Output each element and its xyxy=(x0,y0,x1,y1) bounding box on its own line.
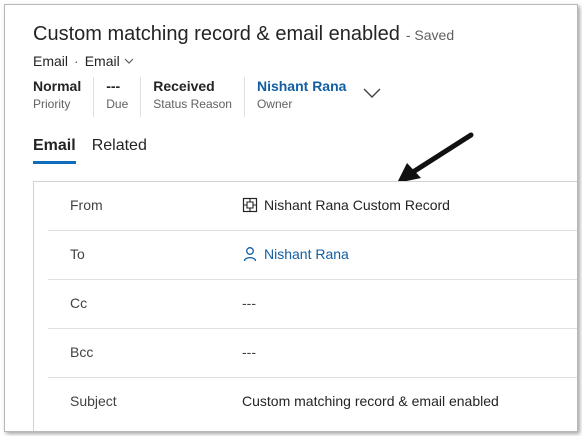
field-row-bcc: Bcc --- xyxy=(48,329,577,378)
person-icon xyxy=(243,247,257,262)
status-reason-value: Received xyxy=(153,78,215,94)
custom-entity-icon xyxy=(242,197,258,213)
entity-name: Email xyxy=(33,53,69,69)
header-field-priority: Normal Priority xyxy=(33,77,95,117)
header-field-owner: Nishant Rana Owner xyxy=(257,77,358,117)
header-field-due: --- Due xyxy=(106,77,142,117)
form-selector[interactable]: Email xyxy=(85,53,120,69)
email-form-window: Custom matching record & email enabled -… xyxy=(4,4,578,432)
email-fields-section: From Nishant Rana Custom Record To Nisha… xyxy=(33,181,577,431)
due-label: Due xyxy=(106,97,129,111)
cc-value[interactable]: --- xyxy=(242,295,256,311)
owner-label: Owner xyxy=(256,97,293,111)
tab-related[interactable]: Related xyxy=(92,137,147,164)
due-value: --- xyxy=(106,78,121,94)
field-row-to: To Nishant Rana xyxy=(48,231,577,280)
cc-label: Cc xyxy=(70,295,88,311)
priority-value: Normal xyxy=(33,78,82,94)
save-status: - Saved xyxy=(405,27,455,43)
from-value-text: Nishant Rana Custom Record xyxy=(264,197,450,213)
breadcrumb: Email · Email xyxy=(33,53,134,69)
priority-label: Priority xyxy=(33,97,71,111)
subject-value[interactable]: Custom matching record & email enabled xyxy=(242,393,499,409)
record-header: Custom matching record & email enabled -… xyxy=(33,23,454,46)
to-recipient-link[interactable]: Nishant Rana xyxy=(242,246,349,262)
to-label: To xyxy=(70,246,85,262)
from-value[interactable]: Nishant Rana Custom Record xyxy=(242,197,450,213)
chevron-down-icon[interactable] xyxy=(124,56,134,66)
tab-list: Email Related xyxy=(33,137,163,164)
field-row-from: From Nishant Rana Custom Record xyxy=(48,182,577,231)
bcc-label: Bcc xyxy=(70,344,94,360)
page-title: Custom matching record & email enabled xyxy=(33,23,400,45)
expand-header-chevron-icon[interactable] xyxy=(363,87,381,99)
field-row-cc: Cc --- xyxy=(48,280,577,329)
from-label: From xyxy=(70,197,103,213)
status-reason-label: Status Reason xyxy=(153,97,232,111)
to-value-text: Nishant Rana xyxy=(264,246,349,262)
breadcrumb-separator: · xyxy=(74,53,79,69)
field-row-subject: Subject Custom matching record & email e… xyxy=(48,378,577,426)
header-fields: Normal Priority --- Due Received Status … xyxy=(33,77,370,117)
subject-label: Subject xyxy=(70,393,117,409)
bcc-value[interactable]: --- xyxy=(242,344,256,360)
tab-email[interactable]: Email xyxy=(33,137,76,164)
arrow-pointer-icon xyxy=(397,132,474,183)
owner-link[interactable]: Nishant Rana xyxy=(257,77,346,95)
header-field-status-reason: Received Status Reason xyxy=(153,77,245,117)
